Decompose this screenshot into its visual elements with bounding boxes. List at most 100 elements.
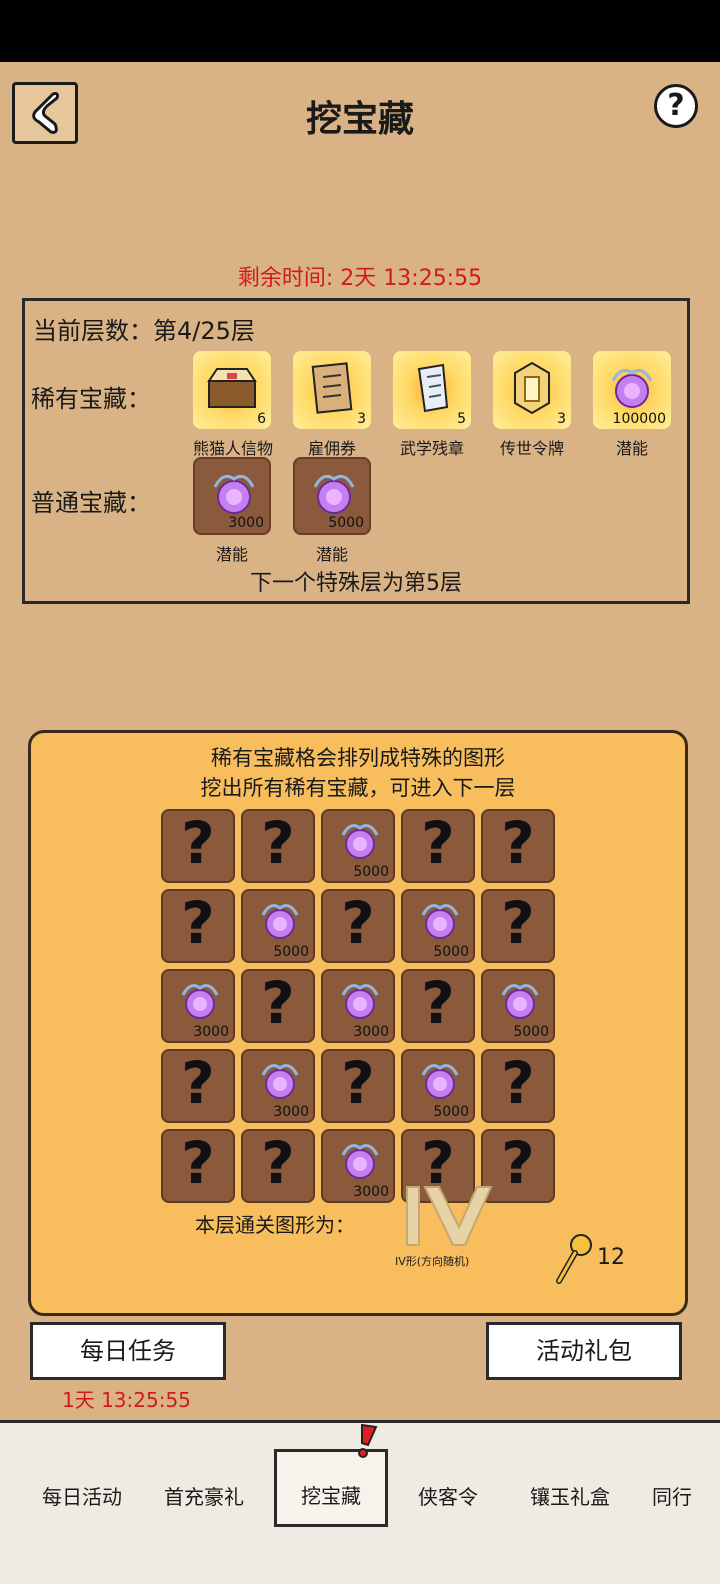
rare-item[interactable]: 100000 潜能 (593, 351, 671, 459)
iv-shape-icon (406, 1186, 493, 1246)
hidden-dig-cell[interactable]: ? (321, 889, 395, 963)
hidden-dig-cell[interactable]: ? (161, 1129, 235, 1203)
rare-treasure-label: 稀有宝藏： (31, 385, 151, 413)
alert-icon (358, 1423, 378, 1458)
item-count: 3 (557, 411, 566, 427)
question-mark-icon: ? (341, 1049, 375, 1117)
cell-value: 3000 (193, 1024, 229, 1040)
revealed-dig-cell[interactable]: 3000 (161, 969, 235, 1043)
hidden-dig-cell[interactable]: ? (401, 809, 475, 883)
normal-treasure-label: 普通宝藏： (31, 489, 151, 517)
next-special-layer: 下一个特殊层为第5层 (250, 571, 462, 596)
hidden-dig-cell[interactable]: ? (161, 809, 235, 883)
help-button[interactable]: ? (654, 84, 698, 128)
revealed-dig-cell[interactable]: 5000 (321, 809, 395, 883)
tab-jade-box[interactable]: 镶玉礼盒 (530, 1481, 610, 1510)
item-name: 潜能 (215, 545, 248, 564)
tab-daily-activity[interactable]: 每日活动 (42, 1481, 122, 1510)
event-gift-button[interactable]: 活动礼包 (486, 1322, 682, 1380)
dig-grid: ?? 5000??? 5000? 5000? 3000? 3000? 5000? 3000? 5… (161, 809, 561, 1203)
tab-first-recharge[interactable]: 首充豪礼 (164, 1481, 244, 1510)
cell-value: 3000 (273, 1104, 309, 1120)
cell-value: 5000 (273, 944, 309, 960)
item-count: 6 (257, 411, 266, 427)
scroll-icon (417, 363, 449, 413)
dig-game-panel: 稀有宝藏格会排列成特殊的图形 挖出所有稀有宝藏，可进入下一层 ?? 5000???… (28, 730, 688, 1316)
revealed-dig-cell[interactable]: 5000 (481, 969, 555, 1043)
potential-orb-icon (501, 984, 539, 1019)
tab-companion[interactable]: 同行 (652, 1481, 692, 1510)
shape-caption: IV形(方向随机) (395, 1255, 470, 1268)
question-mark-icon: ? (501, 889, 535, 957)
item-name: 武学残章 (399, 439, 464, 458)
normal-item[interactable]: 5000 潜能 (293, 457, 371, 565)
potential-orb-icon (261, 1064, 299, 1099)
rare-item[interactable]: 3 传世令牌 (493, 351, 571, 459)
hidden-dig-cell[interactable]: ? (161, 889, 235, 963)
hint-line-2: 挖出所有稀有宝藏，可进入下一层 (200, 776, 516, 800)
potential-orb-icon (611, 368, 653, 408)
question-mark-icon: ? (261, 809, 295, 877)
hidden-dig-cell[interactable]: ? (321, 1049, 395, 1123)
normal-item[interactable]: 3000 潜能 (193, 457, 271, 565)
item-count: 5000 (328, 515, 364, 531)
tab-dig-treasure-label: 挖宝藏 (301, 1484, 361, 1508)
revealed-dig-cell[interactable]: 5000 (241, 889, 315, 963)
page-background: 挖宝藏 ? 剩余时间: 2天 13:25:55 当前层数：第4/25层 稀有宝藏… (0, 62, 720, 1422)
event-timer: 剩余时间: 2天 13:25:55 (237, 266, 483, 291)
cell-value: 5000 (433, 1104, 469, 1120)
hidden-dig-cell[interactable]: ? (401, 969, 475, 1043)
chest-icon (207, 368, 257, 408)
shovel-icon (556, 1234, 592, 1284)
hidden-dig-cell[interactable]: ? (241, 1129, 315, 1203)
question-mark-icon: ? (501, 809, 535, 877)
question-mark-icon: ? (341, 889, 375, 957)
current-layer: 当前层数：第4/25层 (33, 317, 255, 345)
page-title: 挖宝藏 (305, 99, 414, 140)
daily-tasks-timer: 1天 13:25:55 (62, 1388, 191, 1412)
rare-item[interactable]: 6 熊猫人信物 (193, 351, 274, 459)
potential-orb-icon (261, 904, 299, 939)
cell-value: 5000 (353, 864, 389, 880)
revealed-dig-cell[interactable]: 5000 (401, 1049, 475, 1123)
tab-dig-treasure[interactable]: 挖宝藏 (274, 1449, 388, 1527)
potential-orb-icon (341, 1144, 379, 1179)
potential-orb-icon (421, 904, 459, 939)
question-mark-icon: ? (421, 809, 455, 877)
question-mark-icon: ? (501, 1049, 535, 1117)
hidden-dig-cell[interactable]: ? (241, 809, 315, 883)
potential-orb-icon (181, 984, 219, 1019)
rare-item[interactable]: 5 武学残章 (393, 351, 471, 459)
question-mark-icon: ? (421, 969, 455, 1037)
cell-value: 5000 (513, 1024, 549, 1040)
item-name: 熊猫人信物 (193, 439, 274, 458)
daily-tasks-button[interactable]: 每日任务 (30, 1322, 226, 1380)
potential-orb-icon (341, 824, 379, 859)
clear-shape-label: 本层通关图形为： (195, 1213, 355, 1237)
item-count: 5 (457, 411, 466, 427)
revealed-dig-cell[interactable]: 5000 (401, 889, 475, 963)
item-count: 3000 (228, 515, 264, 531)
potential-orb-icon (421, 1064, 459, 1099)
revealed-dig-cell[interactable]: 3000 (321, 1129, 395, 1203)
shovel-count: 12 (597, 1245, 625, 1270)
revealed-dig-cell[interactable]: 3000 (321, 969, 395, 1043)
revealed-dig-cell[interactable]: 3000 (241, 1049, 315, 1123)
hint-line-1: 稀有宝藏格会排列成特殊的图形 (211, 746, 505, 770)
hidden-dig-cell[interactable]: ? (161, 1049, 235, 1123)
hidden-dig-cell[interactable]: ? (481, 809, 555, 883)
cell-value: 3000 (353, 1184, 389, 1200)
bottom-tab-bar: 每日活动 首充豪礼 挖宝藏 侠客令 镶玉礼盒 同行 (0, 1420, 720, 1584)
item-count: 3 (357, 411, 366, 427)
cell-value: 5000 (433, 944, 469, 960)
hidden-dig-cell[interactable]: ? (481, 889, 555, 963)
question-mark-icon: ? (261, 1129, 295, 1197)
hidden-dig-cell[interactable]: ? (481, 1049, 555, 1123)
tab-hero-pass[interactable]: 侠客令 (418, 1481, 478, 1510)
voucher-icon (311, 362, 353, 414)
game-hint: 稀有宝藏格会排列成特殊的图形 挖出所有稀有宝藏，可进入下一层 (31, 743, 685, 803)
question-mark-icon: ? (181, 1129, 215, 1197)
rare-item[interactable]: 3 雇佣券 (293, 351, 371, 459)
item-name: 传世令牌 (499, 439, 564, 458)
hidden-dig-cell[interactable]: ? (241, 969, 315, 1043)
